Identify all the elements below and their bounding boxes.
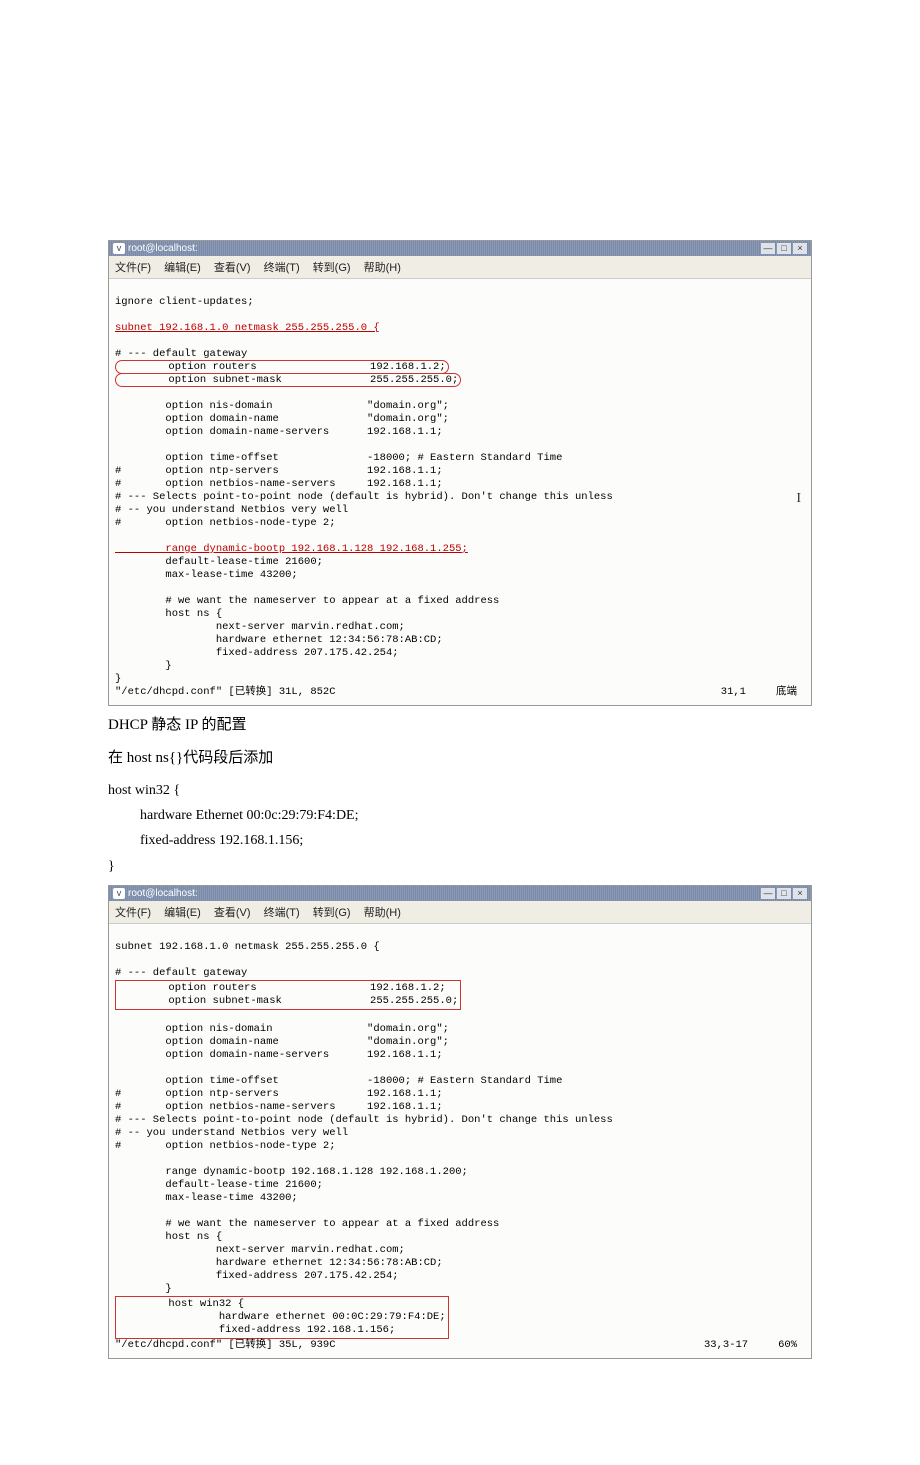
conf-subnet-line: subnet 192.168.1.0 netmask 255.255.255.0… [115,941,380,953]
window-menu-icon[interactable]: v [113,888,125,899]
vim-status-line: "/etc/dhcpd.conf" [已转换] 35L, 939C 33,3-1… [115,1339,805,1352]
menu-help[interactable]: 帮助(H) [364,262,401,274]
window-title: root@localhost: [128,243,198,254]
conf-routers: option routers 192.168.1.2; [118,361,446,373]
conf-fixed: fixed-address 207.175.42.254; [115,647,399,659]
close-icon[interactable]: × [793,888,807,899]
conf-nodetype: # option netbios-node-type 2; [115,517,336,529]
conf-subnet-line: subnet 192.168.1.0 netmask 255.255.255.0… [115,322,380,334]
terminal-window-1: v root@localhost: — □ × 文件(F) 编辑(E) 查看(V… [108,240,812,706]
conf-ntp: # option ntp-servers 192.168.1.1; [115,465,443,477]
status-left: "/etc/dhcpd.conf" [已转换] 31L, 852C [115,686,336,699]
text-cursor-icon: I [796,492,801,505]
conf-range: range dynamic-bootp 192.168.1.128 192.16… [115,1166,468,1178]
conf-wfix: fixed-address 192.168.1.156; [118,1324,395,1336]
conf-hostns: host ns { [115,608,222,620]
conf-close: } [115,1283,172,1295]
vim-status-line: "/etc/dhcpd.conf" [已转换] 31L, 852C 31,1 底… [115,686,805,699]
terminal-content-1[interactable]: ignore client-updates; subnet 192.168.1.… [109,279,811,705]
conf-subnetmask: option subnet-mask 255.255.255.0; [118,995,458,1007]
conf-hostns: host ns { [115,1231,222,1243]
conf-close: } [115,660,172,672]
titlebar-1[interactable]: v root@localhost: — □ × [109,241,811,256]
conf-hostwin: host win32 { [118,1298,244,1310]
conf-domname: option domain-name "domain.org"; [115,413,449,425]
conf-range: range dynamic-bootp 192.168.1.128 192.16… [115,543,468,555]
menu-goto[interactable]: 转到(G) [313,907,351,919]
window-title: root@localhost: [128,888,198,899]
conf-deflease: default-lease-time 21600; [115,556,323,568]
conf-netbios: # option netbios-name-servers 192.168.1.… [115,1101,443,1113]
code-fixed: fixed-address 192.168.1.156; [108,828,812,853]
conf-nextsrv: next-server marvin.redhat.com; [115,1244,405,1256]
conf-maxlease: max-lease-time 43200; [115,569,298,581]
menu-help[interactable]: 帮助(H) [364,907,401,919]
code-hostwin: host win32 { [108,778,812,803]
conf-wantns: # we want the nameserver to appear at a … [115,595,499,607]
doc-p1: 在 host ns{}代码段后添加 [108,745,812,772]
menu-goto[interactable]: 转到(G) [313,262,351,274]
code-close: } [108,854,812,879]
annotated-routers: option routers 192.168.1.2; [115,360,449,374]
conf-sel2: # -- you understand Netbios very well [115,504,348,516]
conf-routers: option routers 192.168.1.2; [118,982,446,994]
terminal-window-2: v root@localhost: — □ × 文件(F) 编辑(E) 查看(V… [108,885,812,1359]
conf-ntp: # option ntp-servers 192.168.1.1; [115,1088,443,1100]
conf-sel1: # --- Selects point-to-point node (defau… [115,1114,613,1126]
conf-domname: option domain-name "domain.org"; [115,1036,449,1048]
conf-whw: hardware ethernet 00:0C:29:79:F4:DE; [118,1311,446,1323]
menubar-2[interactable]: 文件(F) 编辑(E) 查看(V) 终端(T) 转到(G) 帮助(H) [109,901,811,924]
menu-terminal[interactable]: 终端(T) [264,262,300,274]
conf-close2: } [115,673,121,685]
conf-dns: option domain-name-servers 192.168.1.1; [115,1049,443,1061]
conf-dns: option domain-name-servers 192.168.1.1; [115,426,443,438]
conf-maxlease: max-lease-time 43200; [115,1192,298,1204]
menu-file[interactable]: 文件(F) [115,907,151,919]
close-icon[interactable]: × [793,243,807,254]
terminal-content-2[interactable]: subnet 192.168.1.0 netmask 255.255.255.0… [109,924,811,1358]
conf-sel2: # -- you understand Netbios very well [115,1127,348,1139]
conf-sel1: # --- Selects point-to-point node (defau… [115,491,613,503]
conf-hw: hardware ethernet 12:34:56:78:AB:CD; [115,634,443,646]
status-pos: 33,3-17 [704,1339,748,1352]
menu-view[interactable]: 查看(V) [214,907,251,919]
titlebar-2[interactable]: v root@localhost: — □ × [109,886,811,901]
maximize-icon[interactable]: □ [777,888,791,899]
annotated-gateway-box: option routers 192.168.1.2; option subne… [115,980,461,1010]
conf-nextsrv: next-server marvin.redhat.com; [115,621,405,633]
status-right: 60% [778,1339,797,1352]
annotated-subnetmask: option subnet-mask 255.255.255.0; [115,373,461,387]
annotated-hostwin-box: host win32 { hardware ethernet 00:0C:29:… [115,1296,449,1339]
menu-edit[interactable]: 编辑(E) [164,262,201,274]
conf-comment: # --- default gateway [115,967,247,979]
menubar-1[interactable]: 文件(F) 编辑(E) 查看(V) 终端(T) 转到(G) 帮助(H) [109,256,811,279]
code-hw: hardware Ethernet 00:0c:29:79:F4:DE; [108,803,812,828]
conf-deflease: default-lease-time 21600; [115,1179,323,1191]
menu-edit[interactable]: 编辑(E) [164,907,201,919]
minimize-icon[interactable]: — [761,243,775,254]
conf-timeoff: option time-offset -18000; # Eastern Sta… [115,1075,562,1087]
conf-hw: hardware ethernet 12:34:56:78:AB:CD; [115,1257,443,1269]
doc-heading: DHCP 静态 IP 的配置 [108,712,812,739]
window-menu-icon[interactable]: v [113,243,125,254]
conf-nisdomain: option nis-domain "domain.org"; [115,1023,449,1035]
menu-file[interactable]: 文件(F) [115,262,151,274]
conf-comment: # --- default gateway [115,348,247,360]
conf-nisdomain: option nis-domain "domain.org"; [115,400,449,412]
menu-view[interactable]: 查看(V) [214,262,251,274]
conf-subnetmask: option subnet-mask 255.255.255.0; [118,374,458,386]
status-left: "/etc/dhcpd.conf" [已转换] 35L, 939C [115,1339,336,1352]
conf-wantns: # we want the nameserver to appear at a … [115,1218,499,1230]
status-pos: 31,1 [721,686,746,699]
conf-nodetype: # option netbios-node-type 2; [115,1140,336,1152]
maximize-icon[interactable]: □ [777,243,791,254]
minimize-icon[interactable]: — [761,888,775,899]
status-right: 底端 [776,686,797,699]
conf-fixed: fixed-address 207.175.42.254; [115,1270,399,1282]
conf-timeoff: option time-offset -18000; # Eastern Sta… [115,452,562,464]
conf-line: ignore client-updates; [115,296,254,308]
menu-terminal[interactable]: 终端(T) [264,907,300,919]
conf-netbios: # option netbios-name-servers 192.168.1.… [115,478,443,490]
